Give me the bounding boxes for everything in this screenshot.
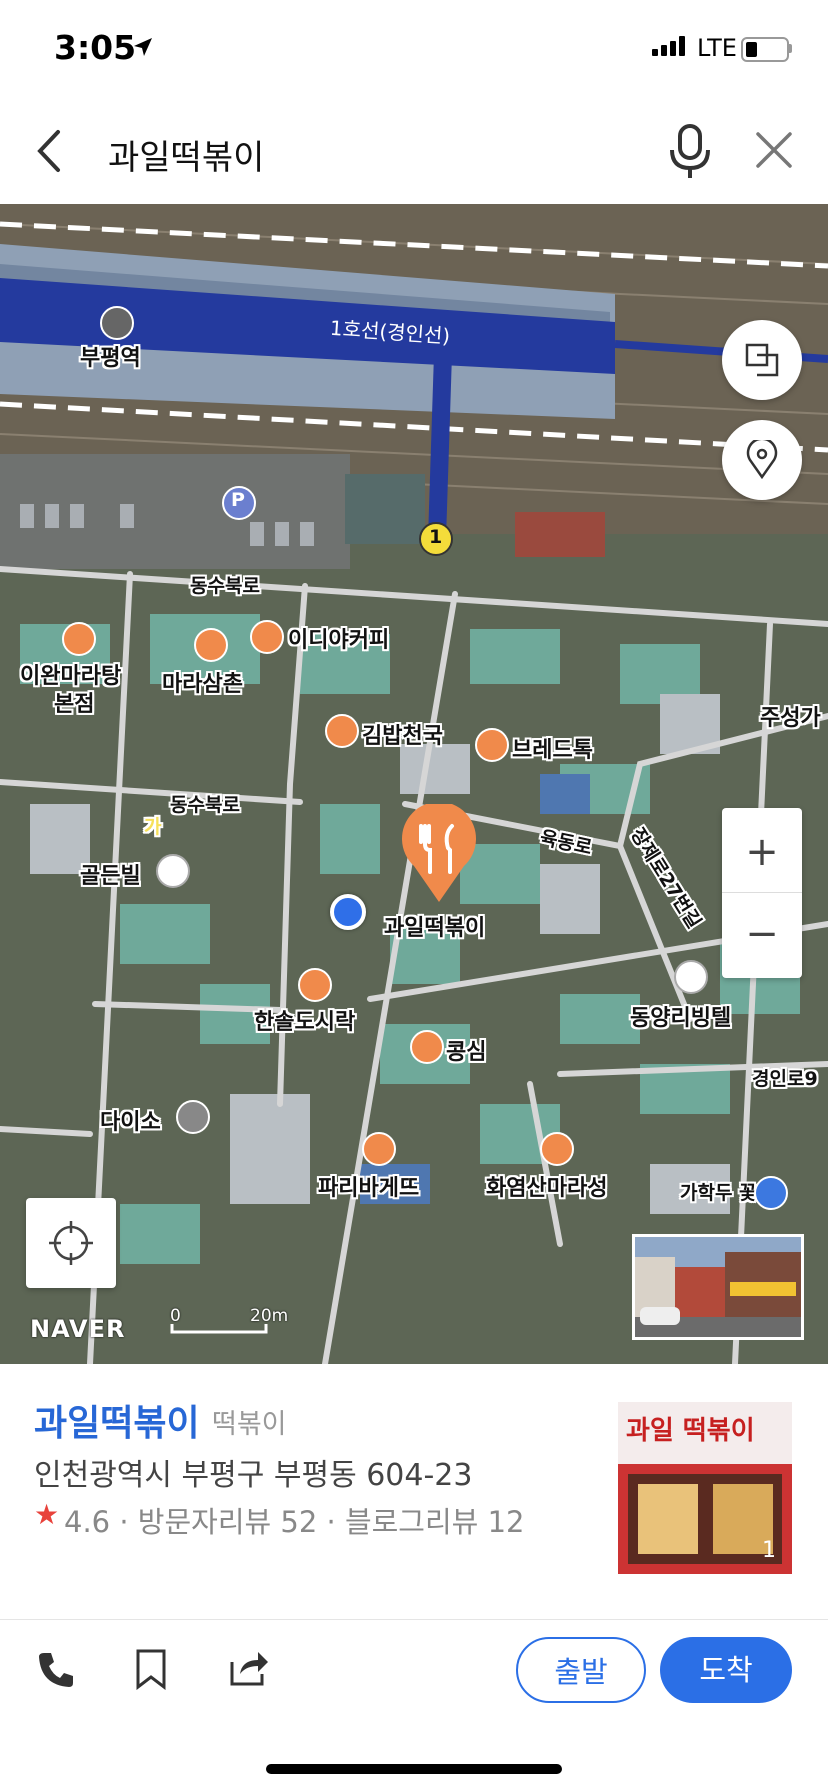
poi-label[interactable]: 동양리빙텔: [630, 1000, 731, 1032]
naver-logo: NAVER: [30, 1315, 126, 1343]
poi-label[interactable]: 파리바게뜨: [318, 1170, 419, 1202]
place-category: 떡볶이: [212, 1409, 287, 1440]
building-icon[interactable]: [156, 854, 190, 888]
cafe-icon[interactable]: [250, 620, 284, 654]
poi-label[interactable]: 화염산마라성: [486, 1170, 607, 1202]
place-address: 인천광역시 부평구 부평동 604-23: [34, 1458, 473, 1493]
scale-bar: [170, 1324, 268, 1334]
parking-label: P: [231, 489, 245, 511]
road-label: 경인로9: [752, 1068, 818, 1090]
poi-label[interactable]: 한솔도시락: [254, 1004, 355, 1036]
restaurant-icon[interactable]: [62, 622, 96, 656]
poi-label[interactable]: 주성가: [760, 700, 821, 732]
bookmark-icon[interactable]: [134, 1648, 168, 1690]
crosshair-icon: [49, 1221, 93, 1265]
signal-icon: [652, 36, 685, 56]
poi-label[interactable]: 콩심: [446, 1034, 486, 1066]
location-arrow-icon: [134, 38, 152, 56]
poi-label[interactable]: 브레드톡: [512, 732, 593, 764]
poi-label[interactable]: 김밥천국: [362, 718, 443, 750]
selected-place-pin-icon[interactable]: [400, 804, 478, 904]
road-label: 동수북로: [170, 794, 240, 816]
arrive-button[interactable]: 도착: [660, 1637, 792, 1703]
restaurant-icon[interactable]: [410, 1030, 444, 1064]
zoom-in-button[interactable]: +: [722, 812, 802, 892]
network-type: LTE: [697, 34, 737, 62]
current-location-dot: [330, 894, 366, 930]
street-view-thumbnail[interactable]: [632, 1234, 804, 1340]
store-icon[interactable]: [176, 1100, 210, 1134]
bus-stop-icon[interactable]: [754, 1176, 788, 1210]
battery-tip: [789, 44, 792, 53]
poi-label[interactable]: 본점: [54, 686, 94, 718]
back-icon[interactable]: [30, 126, 70, 176]
share-icon[interactable]: [228, 1648, 270, 1688]
place-rating[interactable]: 4.6 · 방문자리뷰 52 · 블로그리뷰 12: [64, 1499, 524, 1541]
home-indicator[interactable]: [266, 1764, 562, 1774]
selected-place-label[interactable]: 과일떡볶이: [384, 910, 485, 942]
map-view[interactable]: 1호선(경인선) 부평역 P 1 동수북로 이디야커피 이완마라탕 본점 마라삼…: [0, 204, 828, 1364]
place-photo-sign: 과일 떡볶이: [626, 1416, 755, 1446]
place-name[interactable]: 과일떡볶이: [34, 1394, 200, 1446]
poi-label[interactable]: 마라삼촌: [162, 666, 243, 698]
poi-label[interactable]: 골든빌: [80, 858, 141, 890]
layers-icon: [745, 343, 779, 377]
photo-count: 1: [762, 1538, 776, 1563]
battery-icon: [741, 37, 789, 62]
star-icon: ★: [34, 1498, 60, 1531]
microphone-icon[interactable]: [668, 124, 712, 180]
phone-icon[interactable]: [36, 1650, 76, 1690]
bakery-icon[interactable]: [475, 728, 509, 762]
restaurant-icon[interactable]: [298, 968, 332, 1002]
subway-station-icon[interactable]: [100, 306, 134, 340]
depart-button[interactable]: 출발: [516, 1637, 646, 1703]
zoom-divider: [722, 892, 802, 893]
building-icon[interactable]: [674, 960, 708, 994]
station-label[interactable]: 부평역: [80, 340, 141, 372]
restaurant-icon[interactable]: [325, 714, 359, 748]
map-fragment-label: 가: [144, 816, 162, 838]
restaurant-icon[interactable]: [540, 1132, 574, 1166]
road-label: 동수북로: [190, 575, 260, 597]
location-pin-icon: [746, 440, 778, 480]
poi-label[interactable]: 이디야커피: [288, 622, 389, 654]
close-icon[interactable]: [752, 128, 796, 172]
search-query[interactable]: 과일떡볶이: [108, 130, 264, 179]
poi-label[interactable]: 다이소: [100, 1104, 161, 1136]
bakery-icon[interactable]: [362, 1132, 396, 1166]
exit-number: 1: [429, 526, 443, 548]
restaurant-icon[interactable]: [194, 628, 228, 662]
clock: 3:05: [54, 28, 137, 67]
zoom-out-button[interactable]: −: [722, 894, 802, 974]
